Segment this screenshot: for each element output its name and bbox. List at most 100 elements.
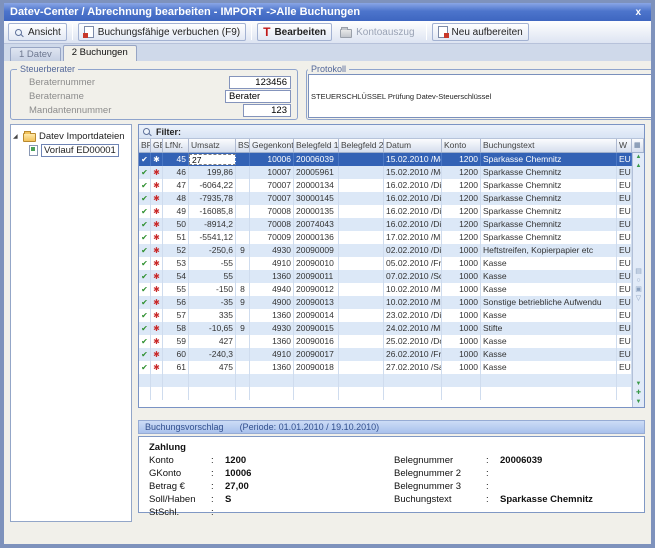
neu-aufbereiten-button[interactable]: Neu aufbereiten <box>432 23 529 41</box>
book-view-icon[interactable]: ▣ <box>635 285 642 294</box>
scroll-top-icon[interactable]: ▲ <box>636 153 642 162</box>
beratername-field[interactable]: Berater <box>225 90 291 103</box>
cell-umsatz: 335 <box>189 309 236 322</box>
tree-root-row[interactable]: ◢ Datev Importdateien <box>13 129 129 143</box>
cell-beleg2 <box>339 270 384 283</box>
cell-beleg2 <box>339 257 384 270</box>
cell-bs <box>236 205 250 218</box>
cell-lfnr: 51 <box>163 231 189 244</box>
table-row[interactable]: ✔✱47-6064,22700072000013416.02.2010 /Di1… <box>139 179 644 192</box>
cell-umsatz: -7935,78 <box>189 192 236 205</box>
column-header-gb[interactable]: GB <box>151 139 163 152</box>
table-row[interactable]: ✔✱49-16085,8700082000013516.02.2010 /Di1… <box>139 205 644 218</box>
cell-datum: 07.02.2010 /So <box>384 270 442 283</box>
table-row[interactable]: ✔✱53-5549102009001005.02.2010 /Fr1000Kas… <box>139 257 644 270</box>
table-row[interactable]: ✔✱46199,86100072000596115.02.2010 /Mo120… <box>139 166 644 179</box>
table-row[interactable]: ✔✱55-150849402009001210.02.2010 /Mi1000K… <box>139 283 644 296</box>
verbuchen-button[interactable]: Buchungsfähige verbuchen (F9) <box>78 23 246 41</box>
cell-beleg2 <box>339 309 384 322</box>
mandantennummer-field[interactable]: 123 <box>243 104 291 117</box>
table-row[interactable]: ✔✱5733513602009001423.02.2010 /Di1000Kas… <box>139 309 644 322</box>
table-row[interactable]: ✔✱51-5541,12700092000013617.02.2010 /Mi1… <box>139 231 644 244</box>
kontoauszug-label: Kontoauszug <box>356 27 414 38</box>
cell-w: EU <box>617 270 632 283</box>
tree-root-label[interactable]: Datev Importdateien <box>39 131 125 142</box>
cell-umsatz: 55 <box>189 270 236 283</box>
search-icon[interactable]: ○ <box>636 276 640 285</box>
column-header-bf[interactable]: BF <box>139 139 151 152</box>
table-row[interactable]: ✔✱545513602009001107.02.2010 /So1000Kass… <box>139 270 644 283</box>
cell-text: Stifte <box>481 322 617 335</box>
cell-konto: 1000 <box>442 257 481 270</box>
table-row[interactable]: ✔✱48-7935,78700073000014516.02.2010 /Di1… <box>139 192 644 205</box>
protokoll-textarea[interactable]: STEUERSCHLÜSSEL Prüfung Datev-Steuerschl… <box>308 74 651 118</box>
table-row[interactable]: ✔✱56-35949002009001310.02.2010 /Mi1000So… <box>139 296 644 309</box>
cell-konto: 1000 <box>442 270 481 283</box>
tree-child-row[interactable]: Vorlauf ED00001 <box>13 143 129 157</box>
column-header-umsatz[interactable]: Umsatz <box>189 139 236 152</box>
column-header-gegenkonto[interactable]: Gegenkonto <box>250 139 294 152</box>
cell-bs <box>236 270 250 283</box>
flag-star-icon: ✱ <box>151 231 163 244</box>
ansicht-button[interactable]: Ansicht <box>8 23 67 41</box>
flag-star-icon: ✱ <box>151 270 163 283</box>
cell-konto: 1000 <box>442 335 481 348</box>
column-header-beleg2[interactable]: Belegfeld 2 <box>339 139 384 152</box>
table-body: ✔✱4527100062000603915.02.2010 /Mo1200Spa… <box>139 153 644 400</box>
posted-check-icon: ✔ <box>139 309 151 322</box>
cell-gegenkonto: 4910 <box>250 348 294 361</box>
table-row[interactable]: ✔✱50-8914,2700082007404316.02.2010 /Di12… <box>139 218 644 231</box>
cell-gegenkonto: 70007 <box>250 192 294 205</box>
verbuchen-label: Buchungsfähige verbuchen (F9) <box>98 27 240 38</box>
column-header-beleg1[interactable]: Belegfeld 1 <box>294 139 339 152</box>
column-header-w[interactable]: W <box>617 139 632 152</box>
scroll-plus-icon[interactable]: ✚ <box>636 389 641 398</box>
tree-expander-icon[interactable]: ◢ <box>13 133 20 140</box>
buchungstext-value: Sparkasse Chemnitz <box>500 493 593 506</box>
column-chooser-icon[interactable]: ▦ <box>632 139 644 152</box>
vorschlag-right-column: Belegnummer:20006039 Belegnummer 2: Bele… <box>394 454 593 519</box>
column-header-datum[interactable]: Datum <box>384 139 442 152</box>
close-icon[interactable]: x <box>631 7 645 18</box>
column-header-lfnr[interactable]: LfNr. <box>163 139 189 152</box>
table-row[interactable]: ✔✱52-250,6949302009000902.02.2010 /Di100… <box>139 244 644 257</box>
column-header-text[interactable]: Buchungstext <box>481 139 617 152</box>
cell-beleg2 <box>339 192 384 205</box>
cell-beleg2 <box>339 205 384 218</box>
table-row[interactable]: ✔✱60-240,349102009001726.02.2010 /Fr1000… <box>139 348 644 361</box>
cell-w: EU <box>617 296 632 309</box>
filter-search-icon[interactable] <box>143 128 150 135</box>
app-window: Datev-Center / Abrechnung bearbeiten - I… <box>0 0 655 548</box>
bearbeiten-button[interactable]: T Bearbeiten <box>257 23 332 41</box>
column-header-konto[interactable]: Konto <box>442 139 481 152</box>
grid-view-icon[interactable]: ▤ <box>635 267 642 276</box>
cell-w: EU <box>617 205 632 218</box>
cell-w: EU <box>617 257 632 270</box>
tab-datev[interactable]: 1 Datev <box>10 47 61 61</box>
tree-item-vorlauf[interactable]: Vorlauf ED00001 <box>41 144 119 157</box>
cell-text: Kasse <box>481 257 617 270</box>
table-row[interactable]: ✔✱4527100062000603915.02.2010 /Mo1200Spa… <box>139 153 644 166</box>
scroll-down-icon[interactable]: ▼ <box>636 380 642 389</box>
sollhaben-value: S <box>225 493 231 506</box>
cell-text: Sparkasse Chemnitz <box>481 166 617 179</box>
cell-w: EU <box>617 244 632 257</box>
table-row[interactable]: ✔✱58-10,65949302009001524.02.2010 /Mi100… <box>139 322 644 335</box>
filter-funnel-icon[interactable]: ▽ <box>636 294 641 303</box>
table-row[interactable]: ✔✱5942713602009001625.02.2010 /Do1000Kas… <box>139 335 644 348</box>
table-scrollbar[interactable]: ▲ ▲ ▤ ○ ▣ ▽ ▼ ✚ ▼ <box>632 153 644 407</box>
cell-lfnr: 59 <box>163 335 189 348</box>
table-row[interactable]: ✔✱6147513602009001827.02.2010 /Sa1000Kas… <box>139 361 644 374</box>
cell-umsatz: 427 <box>189 335 236 348</box>
tab-buchungen[interactable]: 2 Buchungen <box>63 45 137 61</box>
toolbar: Ansicht Buchungsfähige verbuchen (F9) T … <box>4 21 651 44</box>
cell-umsatz: -150 <box>189 283 236 296</box>
beratername-label: Beratername <box>17 91 135 102</box>
scroll-bottom-icon[interactable]: ▼ <box>636 398 642 407</box>
cell-gegenkonto: 4900 <box>250 296 294 309</box>
column-header-bs[interactable]: BS <box>236 139 250 152</box>
cell-umsatz[interactable]: 27 <box>189 154 236 165</box>
scroll-up-icon[interactable]: ▲ <box>636 162 642 171</box>
beraternummer-field[interactable]: 123456 <box>229 76 291 89</box>
cell-konto: 1000 <box>442 361 481 374</box>
